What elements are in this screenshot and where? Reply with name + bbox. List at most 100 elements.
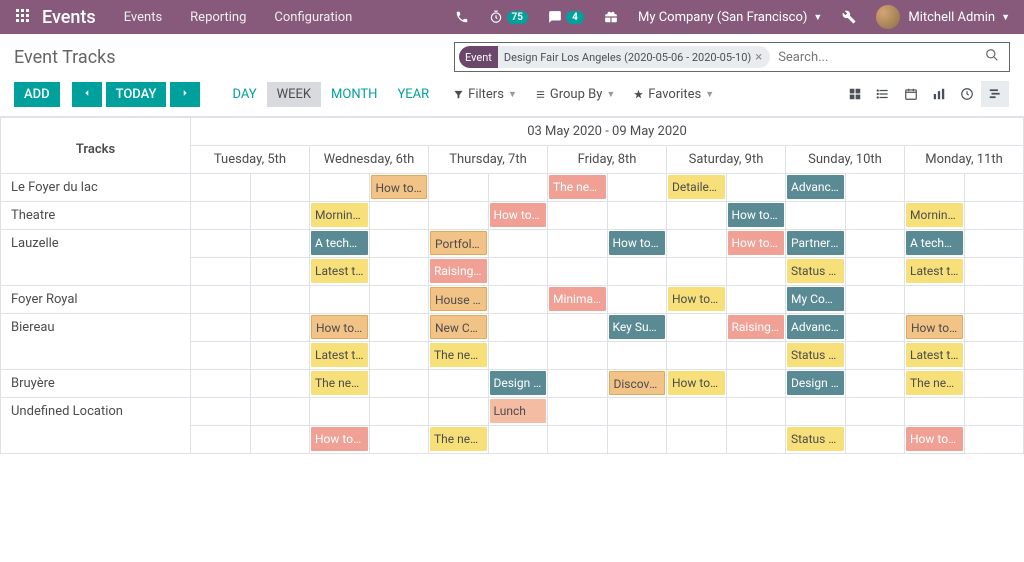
gantt-pill[interactable]: A technic… [311, 231, 368, 255]
filters-dropdown[interactable]: Filters▼ [453, 87, 517, 102]
gantt-cell[interactable]: The new … [310, 370, 370, 398]
row-label[interactable]: Biereau [1, 314, 191, 370]
gantt-cell[interactable] [607, 342, 667, 370]
search-input[interactable] [772, 50, 977, 65]
gantt-cell[interactable] [369, 258, 429, 286]
row-label[interactable]: Lauzelle [1, 230, 191, 286]
gantt-cell[interactable] [667, 426, 727, 454]
company-selector[interactable]: My Company (San Francisco)▼ [628, 10, 832, 25]
gantt-cell[interactable] [964, 342, 1024, 370]
gantt-pill[interactable]: House of … [430, 287, 487, 311]
gantt-cell[interactable] [845, 258, 905, 286]
gantt-pill[interactable]: Raising q… [728, 315, 785, 339]
gantt-pill[interactable]: A technic… [906, 231, 963, 255]
gantt-cell[interactable] [905, 286, 965, 314]
gantt-cell[interactable] [964, 370, 1024, 398]
gantt-cell[interactable] [429, 202, 489, 230]
gantt-cell[interactable] [786, 398, 846, 426]
gantt-pill[interactable]: Partnersh… [787, 231, 844, 255]
gantt-cell[interactable] [667, 342, 727, 370]
gantt-pill[interactable]: How to c… [609, 231, 666, 255]
view-calendar[interactable] [897, 81, 925, 107]
gantt-cell[interactable]: How to fo… [726, 230, 786, 258]
gantt-cell[interactable]: How to d… [488, 202, 548, 230]
gantt-pill[interactable]: Advanced… [787, 175, 844, 199]
close-icon[interactable]: × [751, 50, 766, 65]
gantt-cell[interactable]: The new … [429, 342, 489, 370]
gantt-cell[interactable] [250, 342, 310, 370]
gantt-cell[interactable] [607, 426, 667, 454]
gift-icon[interactable] [594, 10, 628, 24]
gantt-cell[interactable] [369, 398, 429, 426]
gantt-cell[interactable]: Key Succ… [607, 314, 667, 342]
gantt-cell[interactable] [964, 398, 1024, 426]
gantt-cell[interactable] [250, 370, 310, 398]
gantt-pill[interactable]: The new … [430, 427, 487, 451]
gantt-cell[interactable]: Advanced… [786, 314, 846, 342]
gantt-cell[interactable]: How to i… [667, 370, 727, 398]
gantt-cell[interactable] [667, 258, 727, 286]
scale-week[interactable]: WEEK [267, 82, 321, 107]
gantt-cell[interactable] [726, 286, 786, 314]
gantt-cell[interactable]: How to b… [310, 314, 370, 342]
gantt-cell[interactable] [548, 370, 608, 398]
gantt-cell[interactable] [845, 174, 905, 202]
gantt-cell[interactable] [905, 174, 965, 202]
gantt-cell[interactable] [667, 230, 727, 258]
gantt-cell[interactable] [429, 398, 489, 426]
next-button[interactable] [170, 82, 200, 107]
user-menu[interactable]: Mitchell Admin▼ [866, 5, 1020, 29]
gantt-cell[interactable] [191, 258, 251, 286]
gantt-cell[interactable] [250, 202, 310, 230]
gantt-cell[interactable] [607, 202, 667, 230]
gantt-cell[interactable] [964, 202, 1024, 230]
gantt-cell[interactable] [488, 174, 548, 202]
favorites-dropdown[interactable]: Favorites▼ [633, 87, 714, 102]
gantt-cell[interactable] [191, 230, 251, 258]
row-label[interactable]: Theatre [1, 202, 191, 230]
scale-year[interactable]: YEAR [387, 82, 439, 107]
gantt-pill[interactable]: How to d… [490, 203, 547, 227]
gantt-pill[interactable]: Key Succ… [609, 315, 666, 339]
gantt-cell[interactable]: How to c… [607, 230, 667, 258]
gantt-pill[interactable]: Discover … [609, 371, 666, 395]
gantt-cell[interactable] [191, 342, 251, 370]
gantt-cell[interactable]: A technic… [905, 230, 965, 258]
gantt-pill[interactable]: How to b… [906, 315, 963, 339]
gantt-pill[interactable]: Detailed r… [668, 175, 725, 199]
gantt-cell[interactable] [488, 258, 548, 286]
gantt-cell[interactable] [310, 398, 370, 426]
add-button[interactable]: ADD [14, 82, 60, 107]
search-icon[interactable] [977, 48, 1007, 66]
gantt-cell[interactable]: Design co… [786, 370, 846, 398]
gantt-pill[interactable]: New Certi… [430, 315, 487, 339]
gantt-pill[interactable]: The new … [311, 371, 368, 395]
gantt-cell[interactable] [964, 258, 1024, 286]
gantt-pill[interactable]: Design co… [787, 371, 844, 395]
view-list[interactable] [869, 81, 897, 107]
gantt-cell[interactable]: The new … [548, 174, 608, 202]
gantt-cell[interactable] [964, 314, 1024, 342]
gantt-pill[interactable]: How to d… [906, 427, 963, 451]
gantt-cell[interactable]: Design co… [488, 370, 548, 398]
search-facet[interactable]: Event Design Fair Los Angeles (2020-05-0… [459, 46, 770, 68]
gantt-pill[interactable]: Raising q… [430, 259, 487, 283]
gantt-cell[interactable]: Status & … [786, 426, 846, 454]
gantt-pill[interactable]: Latest tre… [311, 343, 368, 367]
gantt-cell[interactable]: The new … [905, 370, 965, 398]
gantt-cell[interactable] [429, 174, 489, 202]
gantt-pill[interactable]: How to fo… [728, 231, 785, 255]
gantt-cell[interactable] [488, 314, 548, 342]
gantt-cell[interactable]: How to d… [310, 426, 370, 454]
view-graph[interactable] [925, 81, 953, 107]
view-gantt[interactable] [981, 81, 1009, 107]
gantt-pill[interactable]: How to in… [371, 175, 428, 199]
gantt-pill[interactable]: Latest tre… [906, 259, 963, 283]
gantt-cell[interactable] [964, 174, 1024, 202]
gantt-cell[interactable] [369, 202, 429, 230]
gantt-cell[interactable] [250, 426, 310, 454]
gantt-cell[interactable] [191, 426, 251, 454]
gantt-cell[interactable]: Detailed r… [667, 174, 727, 202]
gantt-cell[interactable]: How to o… [667, 286, 727, 314]
gantt-cell[interactable]: Morning … [905, 202, 965, 230]
